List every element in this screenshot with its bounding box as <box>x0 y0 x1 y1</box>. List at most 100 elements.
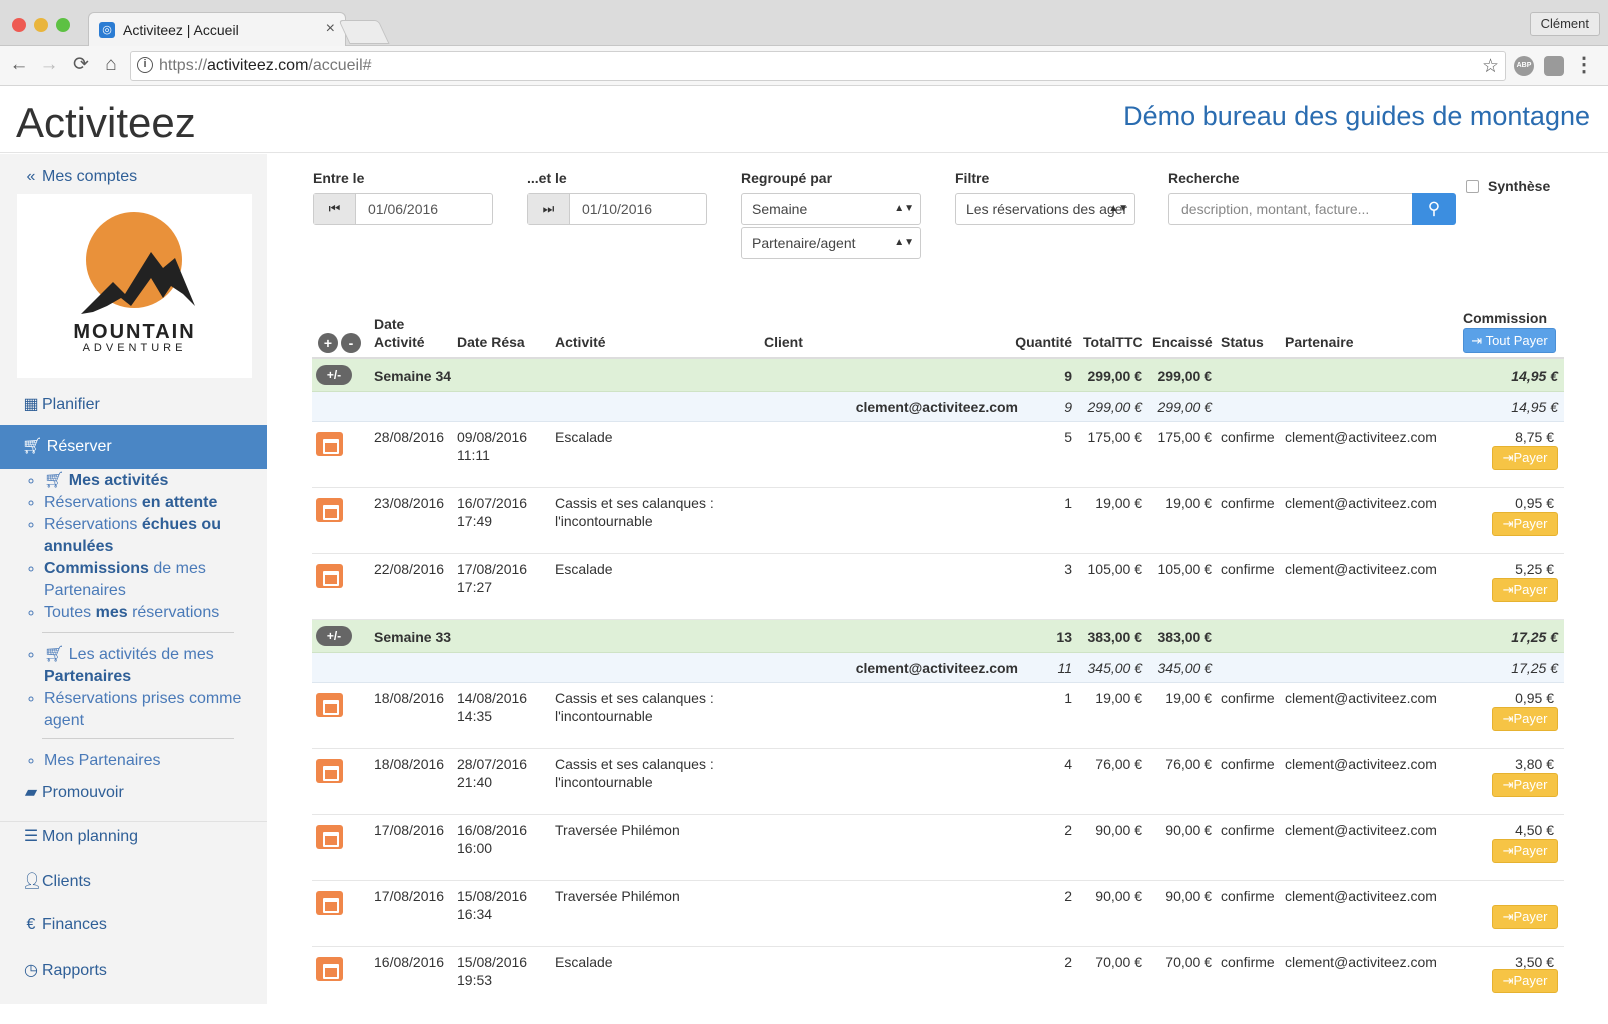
submenu-reservations-agent[interactable]: Réservations prises comme agent <box>44 688 262 732</box>
receipt-icon[interactable] <box>316 759 343 783</box>
from-date-value[interactable]: 01/06/2016 <box>368 201 438 217</box>
browser-menu-icon[interactable]: ⋮ <box>1574 52 1594 77</box>
synthese-checkbox[interactable] <box>1466 180 1479 193</box>
submenu-separator <box>42 632 234 633</box>
toggle-week-button[interactable]: +/- <box>316 626 352 646</box>
pay-button[interactable]: ⇥Payer <box>1492 905 1558 929</box>
submenu-reservations-echues[interactable]: Réservations échues ou annulées <box>44 514 262 558</box>
column-header-totalttc[interactable]: TotalTTC <box>1083 334 1143 350</box>
receipt-icon[interactable] <box>316 432 343 456</box>
table-row[interactable]: 23/08/2016 16/07/2016 17:49 Cassis et se… <box>312 488 1564 554</box>
collapse-all-button[interactable]: - <box>341 333 361 353</box>
pay-button[interactable]: ⇥Payer <box>1492 707 1558 731</box>
column-header-activite[interactable]: Activité <box>555 334 606 350</box>
back-icon[interactable]: ← <box>8 54 30 76</box>
my-accounts-link[interactable]: «Mes comptes <box>22 168 138 186</box>
search-icon[interactable]: ⚲ <box>1412 193 1456 225</box>
submenu-activites-partenaires[interactable]: 🛒︎ Les activités de mes Partenaires <box>44 644 262 688</box>
sidebar-item-finances[interactable]: € Finances <box>22 916 107 934</box>
pay-button[interactable]: ⇥Payer <box>1492 512 1558 536</box>
sidebar-item-rapports[interactable]: ◷ Rapports <box>22 960 107 980</box>
submenu-reservations-en-attente[interactable]: Réservations en attente <box>44 492 262 514</box>
sidebar-item-clients[interactable]: 👤︎Clients <box>22 871 91 891</box>
sidebar-item-reserver[interactable]: 🛒︎ Réserver <box>0 425 267 469</box>
brand-title[interactable]: Activiteez <box>16 99 196 147</box>
next-date-icon[interactable]: ⏭ <box>528 194 570 224</box>
column-header-commission[interactable]: Commission <box>1463 310 1547 326</box>
to-date-value[interactable]: 01/10/2016 <box>582 201 652 217</box>
cell-date-activite: 17/08/2016 <box>374 822 445 838</box>
pay-button[interactable]: ⇥Payer <box>1492 446 1558 470</box>
receipt-icon[interactable] <box>316 564 343 588</box>
address-bar[interactable]: i https://activiteez.com/accueil# ☆ <box>130 51 1506 81</box>
sign-in-icon: ⇥ <box>1502 909 1514 924</box>
pay-all-button[interactable]: ⇥ Tout Payer <box>1463 328 1556 353</box>
toggle-week-button[interactable]: +/- <box>316 365 352 385</box>
pay-button[interactable]: ⇥Payer <box>1492 578 1558 602</box>
cell-date-activite: 16/08/2016 <box>374 954 445 970</box>
table-row[interactable]: 22/08/2016 17/08/2016 17:27 Escalade 3 1… <box>312 554 1564 620</box>
table-row[interactable]: 17/08/2016 15/08/2016 16:34 Traversée Ph… <box>312 881 1564 947</box>
table-row[interactable]: 17/08/2016 16/08/2016 16:00 Traversée Ph… <box>312 815 1564 881</box>
cell-encaisse: 19,00 € <box>1165 495 1212 511</box>
week-group-row[interactable]: +/- Semaine 33 13 383,00 € 383,00 € 17,2… <box>312 620 1564 653</box>
extension-icon[interactable] <box>1544 56 1564 76</box>
table-row[interactable]: 28/08/2016 09/08/2016 11:11 Escalade 5 1… <box>312 422 1564 488</box>
pay-button[interactable]: ⇥Payer <box>1492 773 1558 797</box>
reload-icon[interactable]: ⟳ <box>70 54 92 76</box>
pay-button[interactable]: ⇥Payer <box>1492 839 1558 863</box>
profile-button[interactable]: Clément <box>1529 12 1600 36</box>
column-header-quantite[interactable]: Quantité <box>1012 334 1072 350</box>
table-row[interactable]: 18/08/2016 28/07/2016 21:40 Cassis et se… <box>312 749 1564 815</box>
pay-button[interactable]: ⇥Payer <box>1492 969 1558 993</box>
app-header: Activiteez Démo bureau des guides de mon… <box>0 87 1608 153</box>
table-row[interactable]: 18/08/2016 14/08/2016 14:35 Cassis et se… <box>312 683 1564 749</box>
adblock-extension-icon[interactable]: ABP <box>1514 56 1534 76</box>
column-header-date-resa[interactable]: Date Résa <box>457 334 525 350</box>
cell-date-activite: 17/08/2016 <box>374 888 445 904</box>
column-header-date-activite-1[interactable]: Date <box>374 316 404 332</box>
receipt-icon[interactable] <box>316 498 343 522</box>
home-icon[interactable]: ⌂ <box>100 54 122 76</box>
cell-time-resa: 16:34 <box>457 906 493 922</box>
submenu-toutes-reservations[interactable]: Toutes mes réservations <box>44 602 262 624</box>
cell-date-resa: 17/08/2016 <box>457 561 528 577</box>
filter-select[interactable]: Les réservations des ager ▲▼ <box>955 193 1135 225</box>
group-by-select[interactable]: Semaine ▲▼ <box>741 193 921 225</box>
column-header-client[interactable]: Client <box>764 334 803 350</box>
receipt-icon[interactable] <box>316 693 343 717</box>
cart-icon: 🛒︎ <box>22 438 43 455</box>
from-date-field[interactable]: ⏮ 01/06/2016 <box>313 193 493 225</box>
column-header-status[interactable]: Status <box>1221 334 1264 350</box>
column-header-partenaire[interactable]: Partenaire <box>1285 334 1353 350</box>
forward-icon[interactable]: → <box>38 54 60 76</box>
receipt-icon[interactable] <box>316 957 343 981</box>
receipt-icon[interactable] <box>316 891 343 915</box>
week-group-row[interactable]: +/- Semaine 34 9 299,00 € 299,00 € 14,95… <box>312 359 1564 392</box>
bookmark-star-icon[interactable]: ☆ <box>1482 55 1499 78</box>
close-window-button[interactable] <box>12 18 26 32</box>
submenu-commissions[interactable]: Commissions de mes Partenaires <box>44 558 262 602</box>
sidebar-item-planifier[interactable]: ▦ Planifier <box>22 394 99 414</box>
sidebar-item-mon-planning[interactable]: ☰ Mon planning <box>22 826 138 846</box>
table-row[interactable]: 16/08/2016 15/08/2016 19:53 Escalade 2 7… <box>312 947 1564 1013</box>
submenu-mes-activites[interactable]: 🛒︎ Mes activités <box>44 470 262 492</box>
site-info-icon[interactable]: i <box>137 57 153 73</box>
submenu-mes-partenaires[interactable]: Mes Partenaires <box>44 750 262 772</box>
receipt-icon[interactable] <box>316 825 343 849</box>
cell-partenaire: clement@activiteez.com <box>1285 429 1437 445</box>
expand-all-button[interactable]: + <box>318 333 338 353</box>
browser-tab[interactable]: ◎ Activiteez | Accueil × <box>88 12 346 46</box>
sidebar-item-promouvoir[interactable]: ▰ Promouvoir <box>22 782 124 802</box>
group-by-secondary-select[interactable]: Partenaire/agent ▲▼ <box>741 227 921 259</box>
to-date-field[interactable]: ⏭ 01/10/2016 <box>527 193 707 225</box>
new-tab-button[interactable] <box>338 20 390 44</box>
maximize-window-button[interactable] <box>56 18 70 32</box>
search-input[interactable]: description, montant, facture... <box>1168 193 1412 225</box>
previous-date-icon[interactable]: ⏮ <box>314 194 356 224</box>
column-header-encaisse[interactable]: Encaissé <box>1152 334 1213 350</box>
tab-close-icon[interactable]: × <box>326 20 335 38</box>
minimize-window-button[interactable] <box>34 18 48 32</box>
column-header-date-activite-2[interactable]: Activité <box>374 334 425 350</box>
cell-time-resa: 19:53 <box>457 972 493 988</box>
